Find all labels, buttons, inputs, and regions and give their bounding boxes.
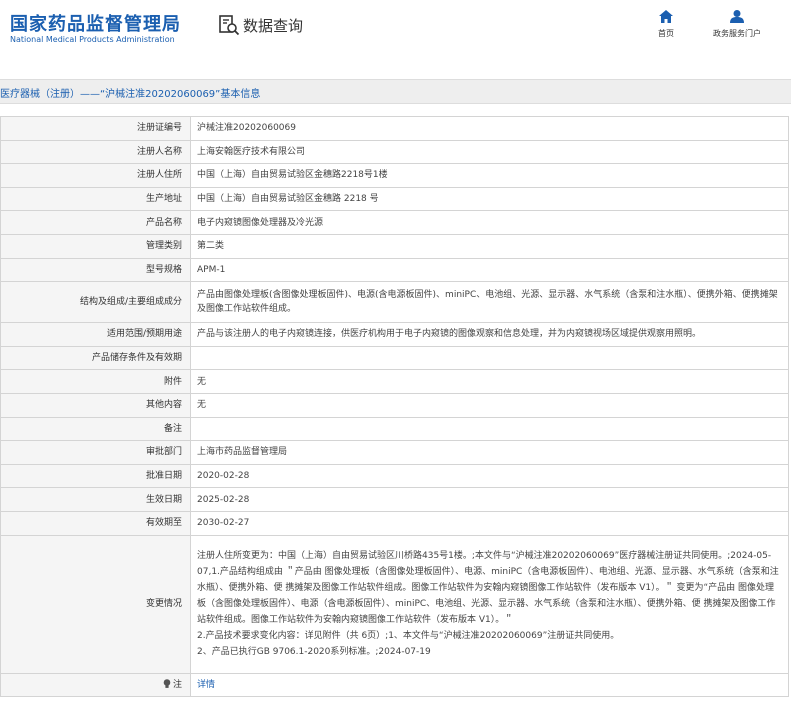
row-label: 管理类别 <box>0 233 191 259</box>
lightbulb-icon <box>163 679 171 689</box>
table-row: 注册人住所 中国（上海）自由贸易试验区金穗路2218号1楼 <box>0 163 789 188</box>
table-row: 审批部门 上海市药品监督管理局 <box>0 440 789 465</box>
row-label: 注册人住所 <box>0 163 191 188</box>
row-label: 其他内容 <box>0 392 191 418</box>
site-logo-cn[interactable]: 国家药品监督管理局 <box>10 10 181 36</box>
details-link[interactable]: 详情 <box>197 680 215 690</box>
table-row: 生产地址 中国（上海）自由贸易试验区金穗路 2218 号 <box>0 186 789 212</box>
table-row: 附件 无 <box>0 369 789 394</box>
row-value: 2025-02-28 <box>190 487 789 512</box>
row-label: 产品名称 <box>0 210 191 235</box>
home-icon <box>659 10 673 23</box>
row-value: 上海安翰医疗技术有限公司 <box>190 139 789 165</box>
note-label-cell: 注 <box>0 672 191 698</box>
table-row: 管理类别 第二类 <box>0 233 789 259</box>
row-value: 上海市药品监督管理局 <box>190 440 789 465</box>
row-value: 中国（上海）自由贸易试验区金穗路 2218 号 <box>190 186 789 212</box>
table-row: 其他内容 无 <box>0 392 789 418</box>
table-row: 适用范围/预期用途 产品与该注册人的电子内窥镜连接，供医疗机构用于电子内窥镜的图… <box>0 322 789 347</box>
table-row: 产品储存条件及有效期 <box>0 345 789 371</box>
nav-home-label: 首页 <box>658 29 674 38</box>
table-row: 注册人名称 上海安翰医疗技术有限公司 <box>0 139 789 165</box>
row-label: 结构及组成/主要组成成分 <box>0 281 191 324</box>
change-paragraph: 2.产品技术要求变化内容：详见附件（共 6页）;1、本文件与“沪械注准20202… <box>197 631 620 641</box>
row-label: 备注 <box>0 416 191 442</box>
table-row-change: 变更情况 注册人住所变更为：中国（上海）自由贸易试验区川桥路435号1楼。;本文… <box>0 534 789 674</box>
nav-service-portal-link[interactable]: 政务服务门户 <box>703 10 771 39</box>
row-value: 中国（上海）自由贸易试验区金穗路2218号1楼 <box>190 163 789 188</box>
table-row: 型号规格 APM-1 <box>0 257 789 283</box>
row-label: 批准日期 <box>0 463 191 489</box>
record-title-bar: 医疗器械（注册）——“沪械注准20202060069”基本信息 <box>0 79 791 104</box>
table-row: 有效期至 2030-02-27 <box>0 510 789 536</box>
change-history: 注册人住所变更为：中国（上海）自由贸易试验区川桥路435号1楼。;本文件与“沪械… <box>190 534 789 674</box>
note-value: 详情 <box>190 672 789 698</box>
record-title: 医疗器械（注册）——“沪械注准20202060069”基本信息 <box>0 89 261 100</box>
data-query-label: 数据查询 <box>243 16 304 35</box>
table-row: 产品名称 电子内窥镜图像处理器及冷光源 <box>0 210 789 235</box>
document-search-icon <box>219 15 240 36</box>
data-query-heading[interactable]: 数据查询 <box>218 14 303 36</box>
row-label: 生产地址 <box>0 186 191 212</box>
row-label: 有效期至 <box>0 510 191 536</box>
table-row: 备注 <box>0 416 789 442</box>
note-label: 注 <box>172 679 182 690</box>
row-value <box>190 416 789 442</box>
row-label: 审批部门 <box>0 440 191 465</box>
row-value: 无 <box>190 392 789 418</box>
row-value: 沪械注准20202060069 <box>190 116 789 141</box>
nav-service-portal-label: 政务服务门户 <box>713 29 761 38</box>
row-value: 无 <box>190 369 789 394</box>
table-row: 批准日期 2020-02-28 <box>0 463 789 489</box>
table-row: 结构及组成/主要组成成分 产品由图像处理板(含图像处理板固件)、电源(含电源板固… <box>0 281 789 324</box>
row-label: 注册人名称 <box>0 139 191 165</box>
detail-table-container: 注册证编号 沪械注准20202060069 注册人名称 上海安翰医疗技术有限公司… <box>0 116 789 698</box>
row-value <box>190 345 789 371</box>
row-value: 产品与该注册人的电子内窥镜连接，供医疗机构用于电子内窥镜的图像观察和信息处理，并… <box>190 322 789 347</box>
table-row-note: 注 详情 <box>0 672 789 698</box>
row-label: 注册证编号 <box>0 116 191 141</box>
row-label: 型号规格 <box>0 257 191 283</box>
change-paragraph: 注册人住所变更为：中国（上海）自由贸易试验区川桥路435号1楼。;本文件与“沪械… <box>197 551 779 625</box>
row-label: 附件 <box>0 369 191 394</box>
row-label: 适用范围/预期用途 <box>0 322 191 347</box>
row-value: 电子内窥镜图像处理器及冷光源 <box>190 210 789 235</box>
site-header: 国家药品监督管理局 National Medical Products Admi… <box>0 0 791 78</box>
row-label: 变更情况 <box>0 534 191 674</box>
row-value: 第二类 <box>190 233 789 259</box>
table-row: 注册证编号 沪械注准20202060069 <box>0 116 789 141</box>
row-value: APM-1 <box>190 257 789 283</box>
row-value: 2020-02-28 <box>190 463 789 489</box>
nav-home-link[interactable]: 首页 <box>652 10 680 39</box>
user-icon <box>730 10 744 23</box>
detail-table: 注册证编号 沪械注准20202060069 注册人名称 上海安翰医疗技术有限公司… <box>0 116 789 698</box>
row-label: 产品储存条件及有效期 <box>0 345 191 371</box>
site-logo-en[interactable]: National Medical Products Administration <box>10 35 175 44</box>
row-value: 2030-02-27 <box>190 510 789 536</box>
row-value: 产品由图像处理板(含图像处理板固件)、电源(含电源板固件)、miniPC、电池组… <box>190 281 789 324</box>
table-row: 生效日期 2025-02-28 <box>0 487 789 512</box>
change-paragraph: 2、产品已执行GB 9706.1-2020系列标准。;2024-07-19 <box>197 647 431 657</box>
row-label: 生效日期 <box>0 487 191 512</box>
